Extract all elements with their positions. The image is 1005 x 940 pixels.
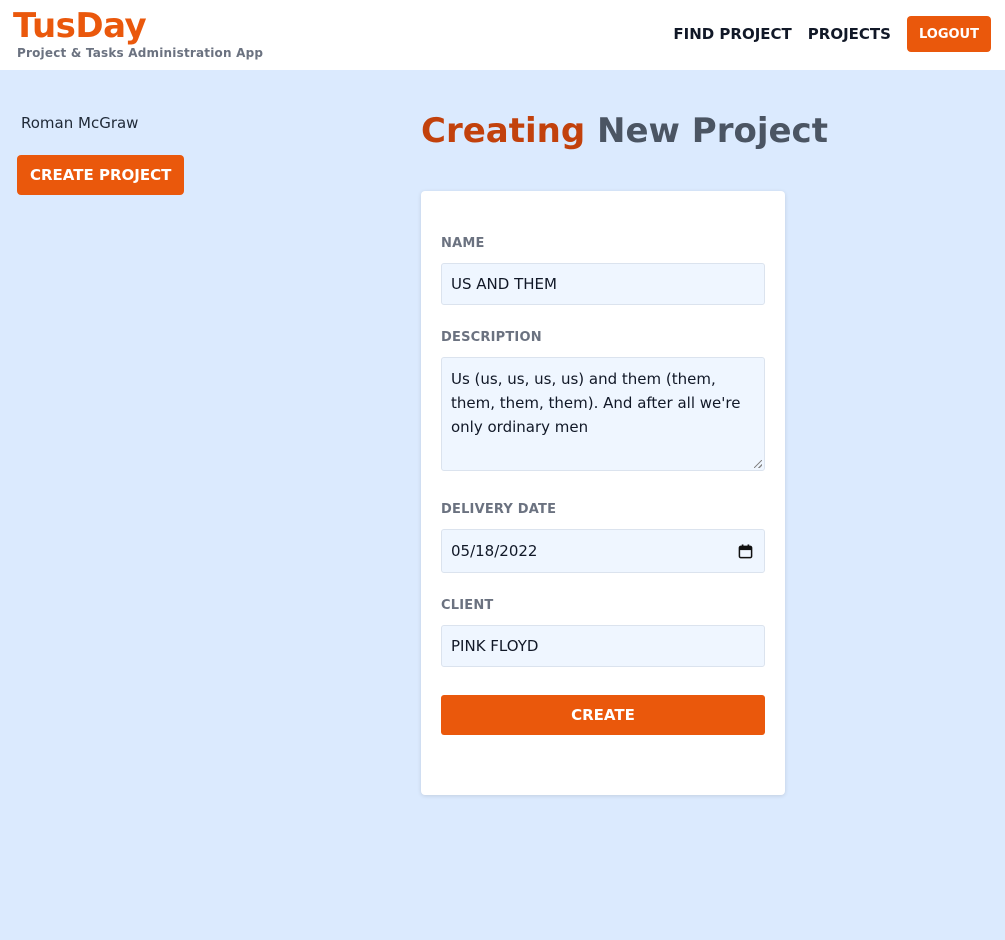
name-label: NAME	[441, 236, 485, 251]
user-name: Roman McGraw	[21, 114, 139, 132]
page-title-rest: New Project	[597, 111, 828, 151]
description-textarea[interactable]: Us (us, us, us, us) and them (them, them…	[441, 357, 765, 471]
client-input-value: PINK FLOYD	[451, 637, 539, 655]
page-title-accent: Creating	[421, 111, 586, 151]
resize-grip-icon[interactable]	[754, 460, 762, 468]
name-input-value: US AND THEM	[451, 275, 557, 293]
main-nav: FIND PROJECT PROJECTS LOGOUT	[673, 16, 991, 52]
delivery-date-value: 05/18/2022	[451, 542, 538, 560]
create-project-button[interactable]: CREATE PROJECT	[17, 155, 185, 195]
description-label: DESCRIPTION	[441, 330, 542, 345]
nav-projects[interactable]: PROJECTS	[808, 25, 891, 43]
page-title: Creating New Project	[421, 108, 828, 154]
brand: TusDay Project & Tasks Administration Ap…	[13, 6, 263, 60]
client-label: CLIENT	[441, 598, 494, 613]
delivery-date-label: DELIVERY DATE	[441, 502, 557, 517]
name-input[interactable]: US AND THEM	[441, 263, 765, 305]
logout-button[interactable]: LOGOUT	[906, 16, 991, 52]
brand-title: TusDay	[13, 6, 147, 46]
calendar-icon[interactable]	[738, 543, 753, 559]
delivery-date-input[interactable]: 05/18/2022	[441, 529, 765, 573]
nav-find-project[interactable]: FIND PROJECT	[673, 25, 791, 43]
description-textarea-value: Us (us, us, us, us) and them (them, them…	[451, 370, 741, 436]
client-input[interactable]: PINK FLOYD	[441, 625, 765, 667]
sidebar: Roman McGraw CREATE PROJECT	[17, 110, 217, 195]
new-project-form: NAME US AND THEM DESCRIPTION Us (us, us,…	[421, 191, 785, 795]
create-button[interactable]: CREATE	[441, 695, 765, 735]
app-header: TusDay Project & Tasks Administration Ap…	[0, 0, 1005, 70]
brand-subtitle: Project & Tasks Administration App	[17, 46, 264, 60]
